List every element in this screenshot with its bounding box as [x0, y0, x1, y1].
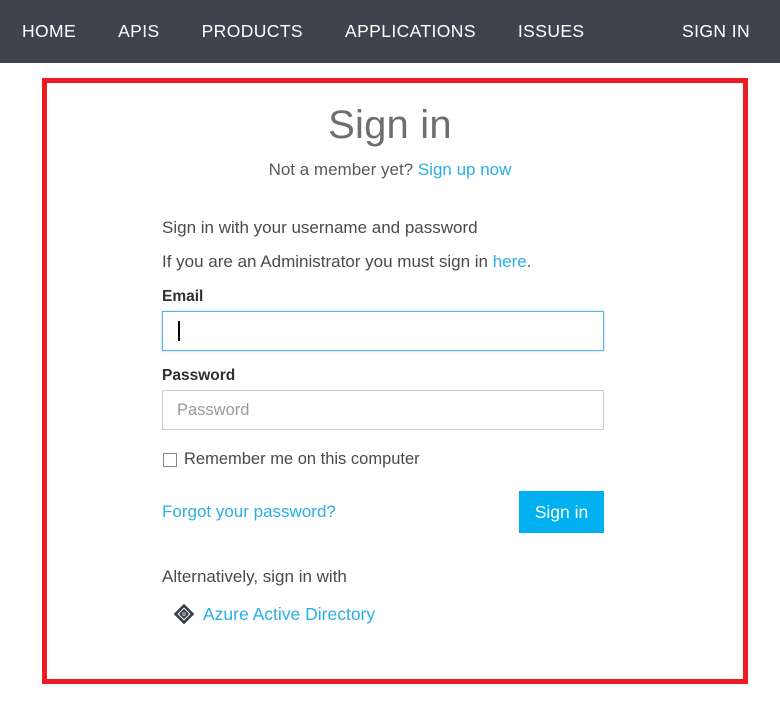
nav-item-applications[interactable]: APPLICATIONS — [345, 21, 476, 42]
email-input[interactable] — [162, 311, 604, 351]
intro-admin-text-after: . — [526, 252, 532, 271]
remember-me-label[interactable]: Remember me on this computer — [184, 450, 420, 469]
remember-me-checkbox[interactable] — [163, 452, 177, 467]
membership-prompt-text: Not a member yet? — [268, 160, 418, 179]
nav-item-sign-in[interactable]: SIGN IN — [682, 21, 750, 42]
top-navigation-bar: HOME APIS PRODUCTS APPLICATIONS ISSUES S… — [0, 0, 780, 63]
email-input-wrapper — [162, 311, 604, 351]
sign-up-now-link[interactable]: Sign up now — [418, 160, 512, 179]
password-input[interactable] — [162, 390, 604, 430]
intro-line-credentials: Sign in with your username and password — [162, 218, 478, 237]
remember-me-row: Remember me on this computer — [162, 450, 604, 469]
nav-primary-links: HOME APIS PRODUCTS APPLICATIONS ISSUES — [22, 21, 585, 42]
nav-item-products[interactable]: PRODUCTS — [202, 21, 303, 42]
sign-in-card: Sign in Not a member yet? Sign up now Si… — [0, 63, 780, 704]
intro-admin-text-before: If you are an Administrator you must sig… — [162, 252, 493, 271]
membership-prompt: Not a member yet? Sign up now — [0, 160, 780, 180]
nav-item-home[interactable]: HOME — [22, 21, 76, 42]
page-title: Sign in — [328, 103, 452, 147]
nav-secondary-links: SIGN IN — [682, 21, 758, 42]
azure-active-directory-option[interactable]: Azure Active Directory — [173, 603, 604, 625]
password-field-label: Password — [162, 367, 236, 384]
azure-active-directory-link[interactable]: Azure Active Directory — [203, 604, 375, 625]
administrator-here-link[interactable]: here — [493, 252, 527, 271]
sign-in-form: Sign in with your username and password … — [162, 218, 604, 625]
forgot-password-link[interactable]: Forgot your password? — [162, 502, 336, 522]
email-field-label: Email — [162, 288, 204, 305]
nav-item-issues[interactable]: ISSUES — [518, 21, 585, 42]
nav-item-apis[interactable]: APIS — [118, 21, 159, 42]
text-caret — [178, 321, 180, 341]
alternative-sign-in-text: Alternatively, sign in with — [162, 567, 347, 586]
intro-line-administrator: If you are an Administrator you must sig… — [162, 252, 604, 272]
form-action-row: Forgot your password? Sign in — [162, 491, 604, 533]
sign-in-button[interactable]: Sign in — [519, 491, 604, 533]
azure-active-directory-icon — [173, 603, 195, 625]
